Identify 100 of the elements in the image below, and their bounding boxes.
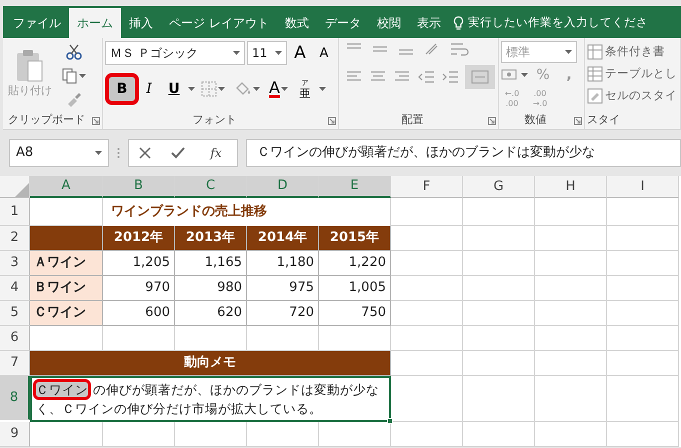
empty-cell[interactable] bbox=[175, 422, 247, 447]
empty-cell[interactable] bbox=[535, 198, 607, 226]
dialog-launcher-icon[interactable] bbox=[488, 117, 496, 125]
empty-cell[interactable] bbox=[607, 376, 679, 422]
font-name-field[interactable]: ＭＳ Ｐゴシック bbox=[105, 41, 245, 65]
formula-field[interactable]: Ｃワインの伸びが顕著だが、ほかのブランドは変動が少な bbox=[246, 139, 681, 167]
empty-cell[interactable] bbox=[607, 226, 679, 251]
empty-cell[interactable] bbox=[463, 198, 535, 226]
grow-font-button[interactable]: A bbox=[289, 41, 311, 65]
empty-cell[interactable] bbox=[103, 422, 175, 447]
empty-cell[interactable] bbox=[391, 422, 463, 447]
name-box[interactable]: A8 bbox=[9, 139, 109, 167]
empty-cell[interactable] bbox=[391, 301, 463, 326]
font-size-field[interactable]: 11 bbox=[247, 41, 287, 65]
empty-cell[interactable] bbox=[535, 251, 607, 276]
merge-cells-button[interactable] bbox=[465, 65, 495, 89]
ribbon-tab[interactable]: データ bbox=[316, 8, 369, 38]
row-header[interactable]: 5 bbox=[0, 301, 30, 326]
ribbon-tab[interactable]: ファイル bbox=[5, 8, 69, 38]
style-menu-item[interactable]: テーブルとし bbox=[587, 63, 678, 85]
empty-cell[interactable] bbox=[463, 276, 535, 301]
table-cell: 1,180 bbox=[247, 251, 319, 276]
row-header[interactable]: 4 bbox=[0, 276, 30, 301]
table-cell: 600 bbox=[103, 301, 175, 326]
empty-cell[interactable] bbox=[535, 376, 607, 422]
dialog-launcher-icon[interactable] bbox=[328, 117, 336, 125]
row-label-cell: Ｃワイン bbox=[30, 301, 103, 326]
empty-cell[interactable] bbox=[391, 198, 463, 226]
empty-cell[interactable] bbox=[607, 301, 679, 326]
style-menu-item[interactable]: セルのスタイ bbox=[587, 85, 678, 107]
empty-cell[interactable] bbox=[607, 276, 679, 301]
row-header[interactable]: 2 bbox=[0, 226, 30, 251]
empty-cell[interactable] bbox=[391, 276, 463, 301]
empty-cell[interactable] bbox=[463, 301, 535, 326]
empty-cell[interactable] bbox=[535, 351, 607, 376]
shrink-font-button[interactable]: A bbox=[313, 41, 335, 65]
currency-icon[interactable] bbox=[501, 68, 517, 82]
caret-icon bbox=[233, 51, 240, 55]
column-header[interactable]: B bbox=[103, 176, 175, 198]
empty-cell[interactable] bbox=[247, 422, 319, 447]
ribbon-tab[interactable]: ページ レイアウト bbox=[161, 8, 277, 38]
caret-icon bbox=[318, 87, 326, 91]
column-header[interactable]: H bbox=[535, 176, 607, 198]
dialog-launcher-icon[interactable] bbox=[92, 117, 100, 125]
italic-button[interactable]: I bbox=[138, 77, 160, 101]
column-header[interactable]: F bbox=[391, 176, 463, 198]
empty-cell[interactable] bbox=[535, 301, 607, 326]
font-color-button[interactable]: A bbox=[266, 77, 291, 101]
empty-cell[interactable] bbox=[607, 422, 679, 447]
empty-cell[interactable] bbox=[607, 351, 679, 376]
ribbon-tab[interactable]: 校閲 bbox=[368, 8, 409, 38]
header-cell: 2012年 bbox=[103, 226, 175, 251]
bold-button[interactable]: B bbox=[109, 77, 135, 101]
empty-cell[interactable] bbox=[391, 251, 463, 276]
ribbon-tab[interactable]: 挿入 bbox=[121, 8, 161, 38]
increase-indent-icon[interactable] bbox=[441, 70, 459, 84]
search-prompt[interactable]: 実行したい作業を入力してくださ bbox=[468, 14, 648, 32]
row-header[interactable]: 1 bbox=[0, 198, 30, 226]
empty-cell[interactable] bbox=[463, 226, 535, 251]
close-icon[interactable] bbox=[139, 147, 151, 159]
wrap-text-icon[interactable] bbox=[449, 41, 471, 57]
row-header[interactable]: 6 bbox=[0, 326, 30, 351]
caret-icon bbox=[280, 87, 288, 91]
empty-cell[interactable] bbox=[535, 326, 607, 351]
ribbon-tab[interactable]: 数式 bbox=[276, 8, 317, 38]
dialog-launcher-icon[interactable] bbox=[574, 117, 582, 125]
empty-cell[interactable] bbox=[535, 422, 607, 447]
insert-function-button[interactable]: fx bbox=[205, 141, 227, 165]
column-header[interactable]: I bbox=[607, 176, 679, 198]
empty-cell[interactable] bbox=[463, 351, 535, 376]
column-header[interactable]: A bbox=[30, 176, 103, 198]
ribbon-tab[interactable]: ホーム bbox=[69, 8, 121, 38]
empty-cell[interactable] bbox=[463, 326, 535, 351]
empty-cell[interactable] bbox=[607, 326, 679, 351]
empty-cell[interactable] bbox=[463, 422, 535, 447]
style-menu-item[interactable]: 条件付き書 bbox=[587, 41, 678, 63]
row-header[interactable]: 3 bbox=[0, 251, 30, 276]
empty-cell[interactable] bbox=[535, 276, 607, 301]
empty-cell[interactable] bbox=[535, 226, 607, 251]
fill-handle[interactable] bbox=[387, 418, 393, 424]
row-header[interactable]: 8 bbox=[0, 376, 30, 420]
column-header[interactable]: D bbox=[247, 176, 319, 198]
column-header[interactable]: E bbox=[319, 176, 391, 198]
empty-cell[interactable] bbox=[607, 198, 679, 226]
lightbulb-icon bbox=[452, 16, 464, 30]
underline-button[interactable]: U bbox=[163, 77, 185, 101]
column-header[interactable]: C bbox=[175, 176, 247, 198]
empty-cell[interactable] bbox=[463, 376, 535, 422]
empty-cell[interactable] bbox=[463, 251, 535, 276]
empty-cell[interactable] bbox=[391, 326, 463, 351]
decrease-indent-icon[interactable] bbox=[417, 70, 435, 84]
merge-cells-icon bbox=[471, 70, 489, 84]
row-header[interactable]: 7 bbox=[0, 351, 30, 376]
empty-cell[interactable] bbox=[391, 376, 463, 422]
check-icon[interactable] bbox=[171, 147, 185, 159]
empty-cell[interactable] bbox=[319, 422, 391, 447]
empty-cell[interactable] bbox=[607, 251, 679, 276]
row-header[interactable]: 9 bbox=[0, 422, 30, 447]
column-header[interactable]: G bbox=[463, 176, 535, 198]
ribbon-tab[interactable]: 表示 bbox=[408, 8, 449, 38]
